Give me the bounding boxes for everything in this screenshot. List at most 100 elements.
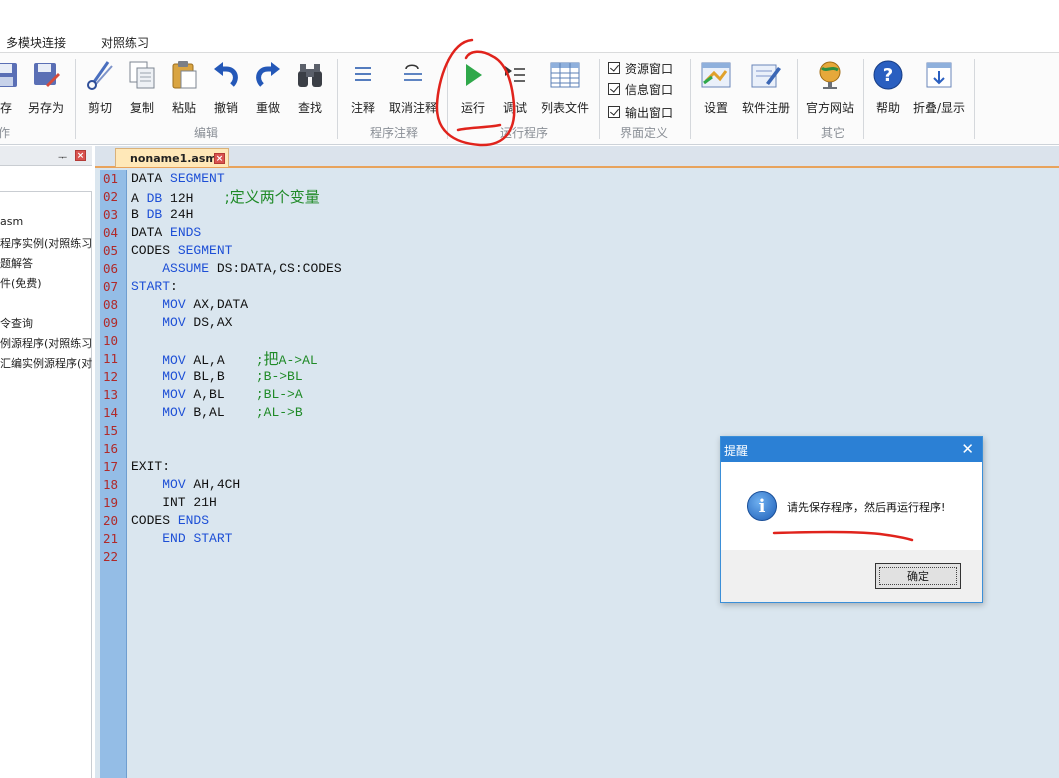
group-label-edit: 编辑 bbox=[193, 126, 218, 140]
cut-label: 剪切 bbox=[87, 101, 112, 115]
checkbox-checked-icon bbox=[608, 62, 620, 74]
group-divider bbox=[974, 59, 975, 139]
line-number: 22 bbox=[103, 549, 119, 564]
menu-tab-multimodule[interactable]: 多模块连接 bbox=[6, 34, 66, 51]
list-file-button[interactable]: 列表文件 bbox=[537, 59, 593, 117]
line-number: 02 bbox=[103, 189, 119, 204]
line-number: 03 bbox=[103, 207, 119, 222]
line-number: 20 bbox=[103, 513, 119, 528]
group-divider bbox=[75, 59, 76, 139]
dialog-footer: 确定 bbox=[721, 550, 982, 602]
close-panel-icon[interactable]: × bbox=[75, 150, 86, 161]
tree-item[interactable]: 例源程序(对照练习 bbox=[0, 335, 92, 351]
line-number: 17 bbox=[103, 459, 119, 474]
group-label-comment: 程序注释 bbox=[369, 126, 418, 140]
cut-button[interactable]: 剪切 bbox=[84, 59, 116, 117]
line-number: 14 bbox=[103, 405, 119, 420]
save-as-icon bbox=[30, 59, 62, 91]
group-divider bbox=[599, 59, 600, 139]
tree-item[interactable]: 件(免费) bbox=[0, 275, 92, 291]
comment-label: 注释 bbox=[350, 101, 375, 115]
dialog-close-icon[interactable]: ✕ bbox=[961, 440, 974, 458]
tree-item[interactable]: 程序实例(对照练习 bbox=[0, 235, 92, 251]
save-icon bbox=[0, 59, 21, 91]
pin-icon[interactable]: ᅮ bbox=[58, 149, 67, 164]
debug-button[interactable]: 调试 bbox=[498, 59, 532, 117]
find-label: 查找 bbox=[297, 101, 322, 115]
play-icon bbox=[457, 59, 489, 91]
line-number: 15 bbox=[103, 423, 119, 438]
info-window-checkbox[interactable]: 信息窗口 bbox=[608, 80, 698, 98]
code-line: ASSUME DS:DATA,CS:CODES bbox=[162, 261, 342, 276]
info-window-label: 信息窗口 bbox=[625, 82, 674, 97]
save-label: 保存 bbox=[0, 101, 13, 115]
document-tab[interactable]: noname1.asm × bbox=[115, 148, 229, 167]
reminder-dialog: 提醒 ✕ i 请先保存程序，然后再运行程序! 确定 bbox=[720, 436, 983, 603]
line-number: 05 bbox=[103, 243, 119, 258]
undo-button[interactable]: 撤销 bbox=[208, 59, 244, 117]
tree-item[interactable]: 题解答 bbox=[0, 255, 92, 271]
line-number: 07 bbox=[103, 279, 119, 294]
debug-label: 调试 bbox=[502, 101, 527, 115]
line-number: 09 bbox=[103, 315, 119, 330]
line-number: 19 bbox=[103, 495, 119, 510]
uncomment-button[interactable]: 取消注释 bbox=[385, 59, 441, 117]
scissors-icon bbox=[84, 59, 116, 91]
code-line: B DB 24H bbox=[131, 207, 194, 222]
save-as-button[interactable]: 另存为 bbox=[24, 59, 68, 117]
paste-button[interactable]: 粘贴 bbox=[166, 59, 202, 117]
help-button[interactable]: ? 帮助 bbox=[870, 59, 906, 117]
copy-button[interactable]: 复制 bbox=[124, 59, 160, 117]
code-line: DATA SEGMENT bbox=[131, 171, 225, 186]
dialog-title-bar: 提醒 ✕ bbox=[721, 437, 982, 462]
document-tab-strip: noname1.asm × bbox=[95, 146, 1059, 168]
resource-window-checkbox[interactable]: 资源窗口 bbox=[608, 59, 698, 77]
code-line: DATA ENDS bbox=[131, 225, 202, 240]
tree-item[interactable]: 汇编实例源程序(对 bbox=[0, 355, 92, 371]
register-button[interactable]: 软件注册 bbox=[738, 59, 794, 117]
line-number: 01 bbox=[103, 171, 119, 186]
register-label: 软件注册 bbox=[741, 101, 790, 115]
fold-label: 折叠/显示 bbox=[912, 101, 966, 115]
fold-icon bbox=[923, 59, 955, 91]
settings-icon bbox=[700, 59, 732, 91]
line-number: 06 bbox=[103, 261, 119, 276]
info-icon: i bbox=[747, 491, 777, 521]
paste-label: 粘贴 bbox=[171, 101, 196, 115]
fold-toggle-button[interactable]: 折叠/显示 bbox=[910, 59, 968, 117]
code-line: MOV AH,4CH bbox=[162, 477, 241, 492]
run-label: 运行 bbox=[460, 101, 485, 115]
output-window-label: 输出窗口 bbox=[625, 105, 674, 120]
redo-button[interactable]: 重做 bbox=[250, 59, 286, 117]
menu-tab-compare-practice[interactable]: 对照练习 bbox=[101, 34, 149, 51]
find-button[interactable]: 查找 bbox=[292, 59, 328, 117]
code-line: MOV AL,A ;把A->AL bbox=[162, 350, 318, 368]
checkbox-checked-icon bbox=[608, 83, 620, 95]
line-number: 18 bbox=[103, 477, 119, 492]
debug-icon bbox=[499, 59, 531, 91]
tree-item[interactable]: 令查询 bbox=[0, 315, 92, 331]
save-button[interactable]: 保存 bbox=[0, 59, 20, 117]
output-window-checkbox[interactable]: 输出窗口 bbox=[608, 103, 698, 121]
code-line: MOV DS,AX bbox=[162, 315, 233, 330]
comment-lines-icon bbox=[347, 59, 379, 91]
redo-label: 重做 bbox=[255, 101, 280, 115]
website-button[interactable]: 官方网站 bbox=[802, 59, 858, 117]
copy-label: 复制 bbox=[129, 101, 154, 115]
comment-button[interactable]: 注释 bbox=[346, 59, 380, 117]
line-number: 16 bbox=[103, 441, 119, 456]
group-divider bbox=[690, 59, 691, 139]
globe-icon bbox=[814, 59, 846, 91]
resource-panel: ᅮ × asm 程序实例(对照练习 题解答 件(免费) 令查询 例源程序(对照练… bbox=[0, 146, 92, 778]
group-label-file: 操作 bbox=[0, 126, 11, 140]
settings-button[interactable]: 设置 bbox=[698, 59, 734, 117]
line-number: 08 bbox=[103, 297, 119, 312]
ribbon-toolbar: 保存 另存为 操作 剪切 复制 粘贴 bbox=[0, 53, 1059, 145]
group-label-run: 运行程序 bbox=[499, 126, 548, 140]
close-tab-icon[interactable]: × bbox=[214, 153, 225, 164]
run-button[interactable]: 运行 bbox=[456, 59, 490, 117]
line-number: 12 bbox=[103, 369, 119, 384]
tree-item[interactable]: asm bbox=[0, 215, 92, 228]
ok-button[interactable]: 确定 bbox=[875, 563, 961, 589]
ok-button-label: 确定 bbox=[907, 570, 929, 583]
